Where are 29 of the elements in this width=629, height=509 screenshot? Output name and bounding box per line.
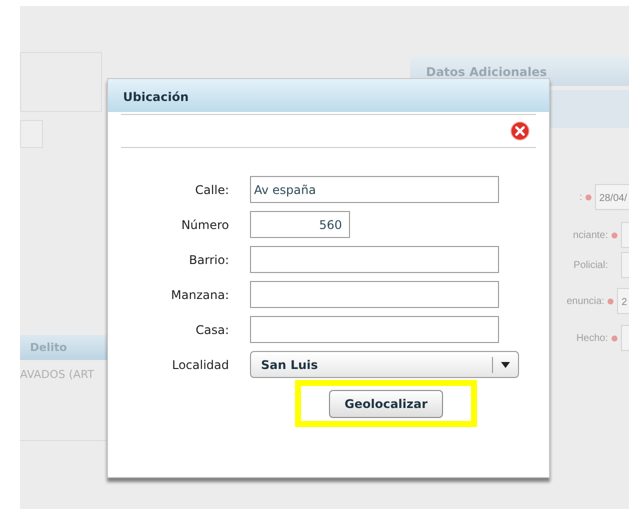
field-label: Barrio: <box>188 252 229 268</box>
crime-text: AVADOS (ART <box>20 367 94 383</box>
field-label: Hecho: <box>576 332 608 346</box>
panel-header: Delito <box>20 335 110 360</box>
input-field: 2 <box>617 288 629 314</box>
input-field[interactable]: Av españa <box>250 176 499 203</box>
field-label: Policial: <box>574 258 608 272</box>
dropdown-caret-icon <box>501 362 510 368</box>
field-label: : <box>579 190 582 204</box>
required-icon <box>611 334 618 342</box>
input-field[interactable] <box>250 281 499 308</box>
field-label: Manzana: <box>170 286 229 304</box>
input-field: 28/04/ <box>595 184 629 210</box>
geolocate-button[interactable]: Geolocalizar <box>329 390 443 418</box>
required-icon <box>611 232 618 238</box>
locality-select[interactable]: San Luis <box>250 351 519 378</box>
input-field[interactable] <box>250 316 499 343</box>
field-label: Localidad <box>170 356 229 374</box>
field-label: Número <box>180 216 229 234</box>
field-label: enuncia: <box>566 294 604 308</box>
field-label: nciante: <box>572 228 608 242</box>
input-field[interactable]: 560 <box>250 211 350 238</box>
field-label: Calle: <box>194 182 229 198</box>
required-icon <box>585 194 592 200</box>
required-icon <box>607 298 614 304</box>
close-icon[interactable] <box>510 121 530 141</box>
input-field[interactable] <box>250 246 499 273</box>
dialog-title: Ubicación <box>108 79 549 112</box>
field-label: Casa: <box>194 322 229 338</box>
